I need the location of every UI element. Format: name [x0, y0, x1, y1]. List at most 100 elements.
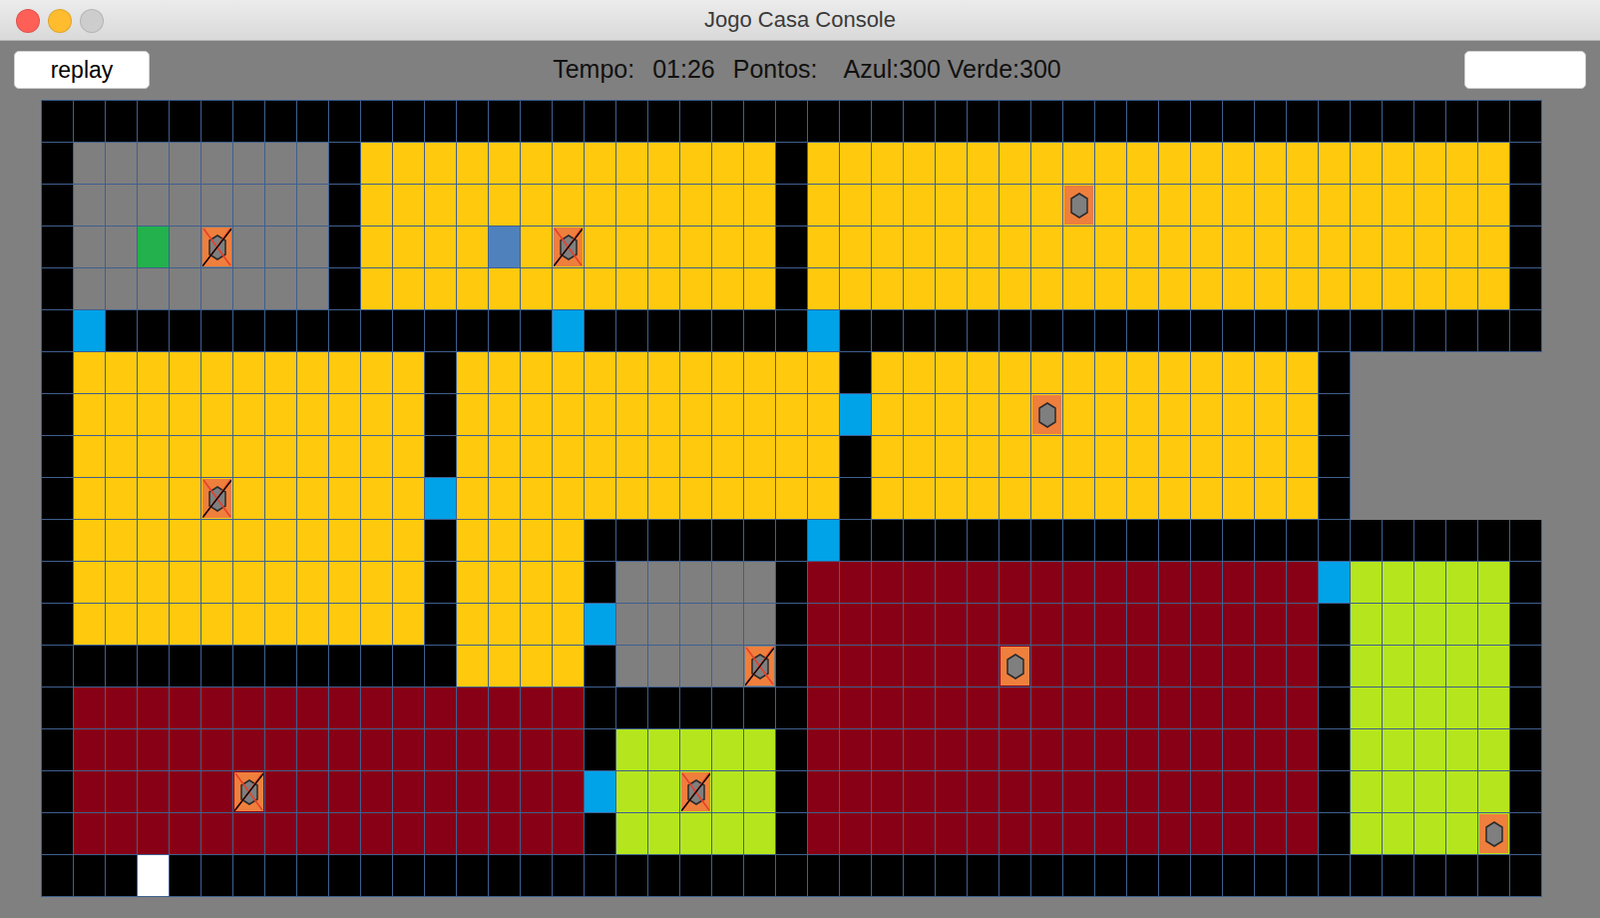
- wall-cell: [999, 519, 1032, 562]
- yellow-room-cell: [361, 561, 394, 604]
- yellow-room-cell: [903, 477, 936, 520]
- red-room-cell: [105, 687, 138, 730]
- wall-cell: [1446, 100, 1479, 143]
- gray-room-cell: [233, 268, 266, 311]
- green-room-cell: [1478, 729, 1511, 772]
- yellow-room-cell: [73, 603, 106, 646]
- yellow-room-cell: [744, 226, 777, 269]
- red-room-cell: [233, 812, 266, 855]
- yellow-room-cell: [1127, 268, 1160, 311]
- red-room-cell: [935, 645, 968, 688]
- red-room-cell: [839, 729, 872, 772]
- wall-cell: [1478, 854, 1511, 897]
- text-field[interactable]: [1464, 50, 1587, 89]
- wall-cell: [1318, 812, 1351, 855]
- yellow-room-cell: [520, 394, 553, 436]
- gray-room-cell: [744, 645, 777, 688]
- wall-cell: [1222, 519, 1255, 562]
- red-room-cell: [1127, 812, 1160, 855]
- wall-cell: [169, 310, 202, 353]
- yellow-room-cell: [1095, 435, 1128, 478]
- yellow-room-cell: [744, 352, 777, 395]
- yellow-room-cell: [680, 226, 713, 269]
- yellow-room-cell: [648, 226, 681, 269]
- yellow-room-cell: [329, 603, 362, 646]
- wall-cell: [1286, 310, 1319, 353]
- wall-cell: [1350, 100, 1383, 143]
- red-room-cell: [1031, 603, 1064, 646]
- door-cell: [1318, 561, 1351, 604]
- yellow-room-cell: [329, 519, 362, 562]
- yellow-room-cell: [552, 645, 585, 688]
- yellow-room-cell: [1350, 142, 1383, 185]
- yellow-room-cell: [712, 352, 745, 395]
- replay-button[interactable]: replay: [13, 50, 150, 89]
- wall-cell: [520, 310, 553, 353]
- yellow-room-cell: [297, 394, 330, 436]
- yellow-room-cell: [73, 561, 106, 604]
- wall-cell: [967, 854, 1000, 897]
- red-room-cell: [488, 812, 521, 855]
- yellow-room-cell: [807, 142, 840, 185]
- yellow-room-cell: [488, 519, 521, 562]
- wall-cell: [1318, 519, 1351, 562]
- yellow-room-cell: [520, 184, 553, 227]
- player-token: [488, 226, 520, 268]
- wall-cell: [903, 100, 936, 143]
- red-room-cell: [1191, 603, 1223, 646]
- wall-cell: [903, 854, 936, 897]
- minimize-button[interactable]: [47, 8, 72, 33]
- green-room-cell: [1350, 561, 1383, 604]
- yellow-room-cell: [1286, 477, 1319, 520]
- wall-cell: [1318, 100, 1351, 143]
- green-room-cell: [648, 812, 681, 855]
- close-button[interactable]: [15, 8, 40, 33]
- wall-cell: [488, 310, 521, 353]
- green-room-cell: [1478, 771, 1511, 813]
- yellow-room-cell: [1127, 226, 1160, 269]
- wall-cell: [935, 854, 968, 897]
- green-room-cell: [1414, 687, 1447, 730]
- red-room-cell: [520, 771, 553, 813]
- red-room-cell: [903, 812, 936, 855]
- gray-room-cell: [680, 645, 713, 688]
- wall-cell: [1478, 100, 1511, 143]
- red-room-cell: [1031, 645, 1064, 688]
- yellow-room-cell: [712, 184, 745, 227]
- wall-cell: [1510, 854, 1543, 897]
- yellow-room-cell: [488, 352, 521, 395]
- yellow-room-cell: [967, 477, 1000, 520]
- yellow-room-cell: [999, 477, 1032, 520]
- yellow-room-cell: [393, 352, 425, 395]
- wall-cell: [424, 519, 457, 562]
- red-room-cell: [552, 812, 585, 855]
- wall-cell: [839, 100, 872, 143]
- wall-cell: [393, 100, 425, 143]
- hud: Tempo: 01:26 Pontos: Azul:300 Verde:300: [552, 50, 1062, 89]
- wall-cell: [137, 100, 170, 143]
- red-room-cell: [361, 729, 394, 772]
- green-room-cell: [744, 812, 777, 855]
- wall-cell: [712, 687, 745, 730]
- red-room-cell: [1191, 561, 1223, 604]
- yellow-room-cell: [1031, 394, 1064, 436]
- yellow-room-cell: [807, 435, 840, 478]
- yellow-room-cell: [329, 435, 362, 478]
- yellow-room-cell: [105, 394, 138, 436]
- wall-cell: [1095, 519, 1128, 562]
- red-room-cell: [1063, 771, 1096, 813]
- yellow-room-cell: [935, 352, 968, 395]
- green-room-cell: [1478, 687, 1511, 730]
- red-room-cell: [1286, 687, 1319, 730]
- yellow-room-cell: [1191, 352, 1223, 395]
- wall-cell: [871, 854, 904, 897]
- red-room-cell: [1159, 812, 1192, 855]
- empty-cell: [1478, 435, 1511, 478]
- yellow-room-cell: [776, 435, 808, 478]
- green-room-cell: [1350, 729, 1383, 772]
- yellow-room-cell: [1191, 394, 1223, 436]
- yellow-room-cell: [903, 435, 936, 478]
- wall-cell: [1478, 310, 1511, 353]
- wall-cell: [903, 519, 936, 562]
- yellow-room-cell: [871, 226, 904, 269]
